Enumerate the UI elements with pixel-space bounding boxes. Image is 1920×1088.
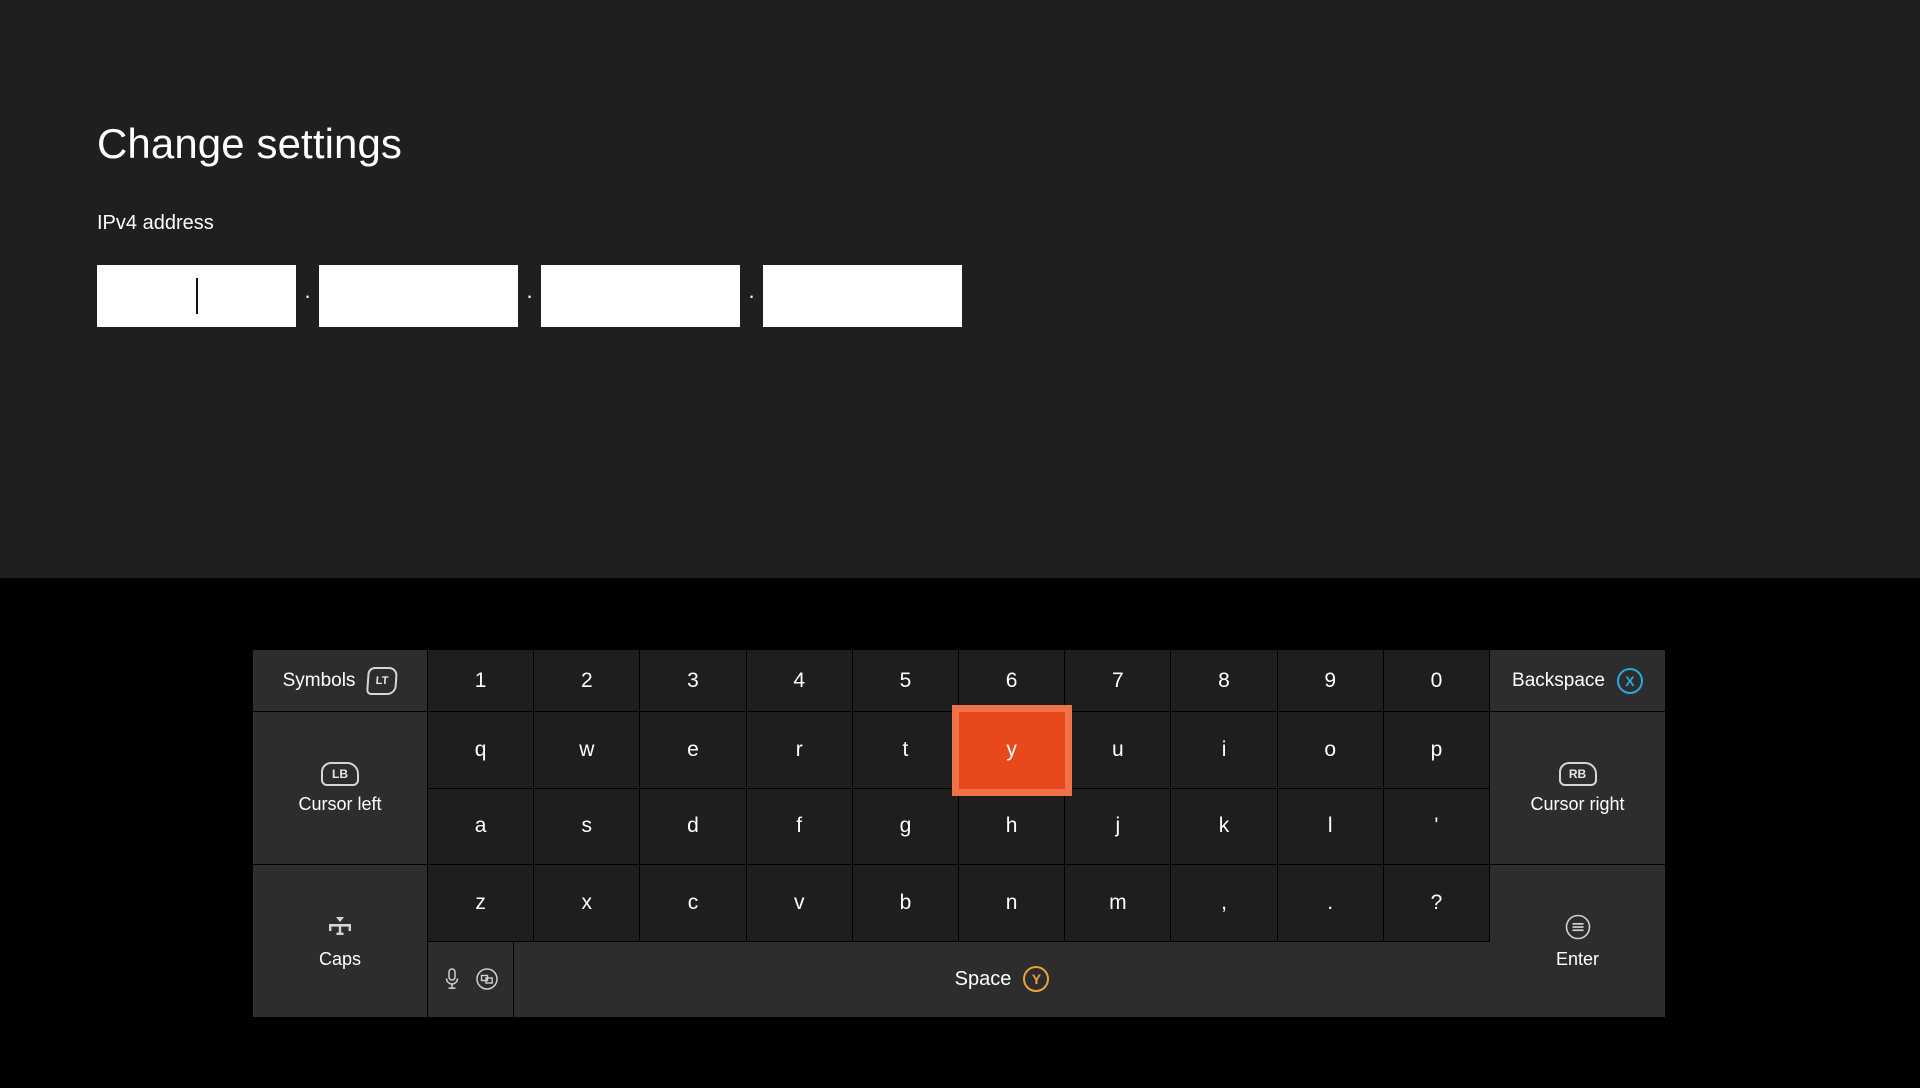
page-title: Change settings — [97, 120, 403, 167]
ipv4-address-label: IPv4 address — [97, 212, 214, 234]
key-caps-label: Caps — [318, 948, 362, 969]
key-cursor-right-label: Cursor right — [1530, 793, 1625, 814]
key-enter[interactable]: Enter — [1490, 865, 1665, 1018]
ipv4-octet-1-input[interactable] — [97, 265, 296, 327]
key-r[interactable]: r — [746, 712, 853, 789]
trigger-lt-icon: LT — [366, 666, 399, 695]
key-question[interactable]: ? — [1383, 865, 1491, 942]
key-k[interactable]: k — [1171, 788, 1278, 865]
key-e[interactable]: e — [640, 712, 747, 789]
key-5[interactable]: 5 — [852, 650, 960, 712]
key-j[interactable]: j — [1065, 788, 1172, 865]
key-s[interactable]: s — [534, 788, 641, 865]
ipv4-octet-2-input[interactable] — [319, 265, 518, 327]
key-v[interactable]: v — [746, 865, 853, 942]
key-period[interactable]: . — [1277, 865, 1384, 942]
key-d[interactable]: d — [640, 788, 747, 865]
ipv4-octet-4-input[interactable] — [763, 265, 962, 327]
key-0[interactable]: 0 — [1383, 650, 1491, 712]
key-comma[interactable]: , — [1171, 865, 1278, 942]
xbox-menu-button-icon — [1564, 913, 1592, 941]
key-1[interactable]: 1 — [428, 650, 535, 712]
key-y[interactable]: y — [959, 712, 1066, 789]
key-caps[interactable]: Caps — [253, 865, 428, 1018]
key-enter-label: Enter — [1555, 948, 1600, 969]
octet-separator-3: . — [748, 278, 755, 303]
key-cursor-right[interactable]: RB Cursor right — [1490, 712, 1665, 865]
key-cursor-left[interactable]: LB Cursor left — [253, 712, 428, 865]
settings-panel: Change settings IPv4 address . . . — [0, 0, 1920, 578]
key-u[interactable]: u — [1065, 712, 1172, 789]
keyboard-right-column: Backspace X RB Cursor right Enter — [1490, 650, 1665, 1018]
key-p[interactable]: p — [1383, 712, 1491, 789]
bumper-lb-icon: LB — [321, 761, 359, 786]
xbox-view-button-icon[interactable] — [475, 967, 499, 991]
key-q[interactable]: q — [428, 712, 535, 789]
key-a[interactable]: a — [428, 788, 535, 865]
keyboard-center: 1 2 3 4 5 6 7 8 9 0 q w e r t y u i o p … — [428, 650, 1491, 1018]
key-symbols[interactable]: Symbols LT — [253, 650, 428, 712]
virtual-keyboard: Symbols LT LB Cursor left Caps 1 2 3 4 5… — [253, 650, 1665, 1018]
key-z[interactable]: z — [428, 865, 535, 942]
keyboard-row-bottom-letters: z x c v b n m , . ? — [428, 865, 1491, 942]
key-9[interactable]: 9 — [1277, 650, 1384, 712]
octet-separator-2: . — [526, 278, 533, 303]
key-l[interactable]: l — [1277, 788, 1384, 865]
key-space[interactable]: Space Y — [514, 941, 1490, 1018]
key-backspace-label: Backspace — [1512, 669, 1605, 691]
caps-icon — [325, 913, 355, 941]
key-7[interactable]: 7 — [1065, 650, 1172, 712]
xbox-x-button-icon: X — [1616, 667, 1643, 694]
key-n[interactable]: n — [959, 865, 1066, 942]
key-m[interactable]: m — [1065, 865, 1172, 942]
keyboard-row-top-letters: q w e r t y u i o p — [428, 712, 1491, 789]
key-f[interactable]: f — [746, 788, 853, 865]
key-t[interactable]: t — [852, 712, 960, 789]
key-g[interactable]: g — [852, 788, 960, 865]
octet-separator-1: . — [304, 278, 311, 303]
key-backspace[interactable]: Backspace X — [1490, 650, 1665, 712]
key-h[interactable]: h — [959, 788, 1066, 865]
key-2[interactable]: 2 — [534, 650, 641, 712]
bumper-rb-icon: RB — [1558, 761, 1597, 786]
key-b[interactable]: b — [852, 865, 960, 942]
key-6[interactable]: 6 — [959, 650, 1066, 712]
text-caret — [195, 278, 198, 314]
key-8[interactable]: 8 — [1171, 650, 1278, 712]
key-cursor-left-label: Cursor left — [298, 793, 382, 814]
microphone-icon[interactable] — [443, 967, 461, 991]
ipv4-octet-row: . . . — [97, 265, 962, 327]
xbox-y-button-icon: Y — [1023, 966, 1050, 993]
key-x[interactable]: x — [534, 865, 641, 942]
ipv4-octet-3-input[interactable] — [541, 265, 740, 327]
key-w[interactable]: w — [534, 712, 641, 789]
key-o[interactable]: o — [1277, 712, 1384, 789]
input-method-icons[interactable] — [428, 941, 514, 1018]
key-c[interactable]: c — [640, 865, 747, 942]
key-symbols-label: Symbols — [282, 669, 356, 691]
key-4[interactable]: 4 — [746, 650, 853, 712]
virtual-keyboard-area: Symbols LT LB Cursor left Caps 1 2 3 4 5… — [0, 578, 1920, 1088]
keyboard-row-space: Space Y — [428, 941, 1490, 1018]
keyboard-row-numbers: 1 2 3 4 5 6 7 8 9 0 — [428, 650, 1491, 712]
key-3[interactable]: 3 — [640, 650, 747, 712]
keyboard-left-column: Symbols LT LB Cursor left Caps — [253, 650, 428, 1018]
key-i[interactable]: i — [1171, 712, 1278, 789]
key-apostrophe[interactable]: ' — [1383, 788, 1491, 865]
key-space-label: Space — [954, 967, 1012, 990]
keyboard-row-home-letters: a s d f g h j k l ' — [428, 788, 1491, 865]
